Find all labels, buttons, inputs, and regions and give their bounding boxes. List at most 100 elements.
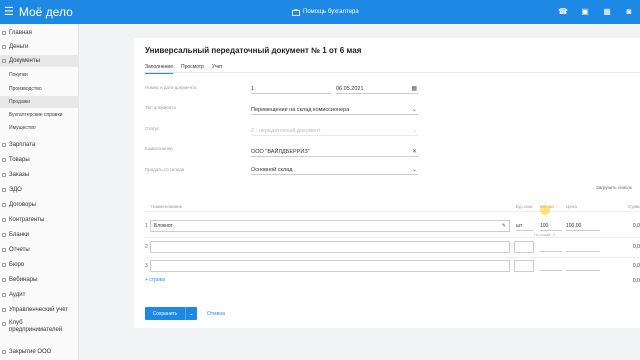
total-sum: 0,0 bbox=[633, 278, 640, 284]
edo-icon bbox=[2, 188, 6, 192]
top-bar: ☰ Моё дело Помощь бухгалтера ☎ ▣ ▦ ◙ bbox=[0, 0, 640, 24]
sidebar-item-forms[interactable]: Бланки bbox=[0, 229, 79, 241]
sidebar-item-documents[interactable]: Документы bbox=[0, 55, 79, 67]
money-icon bbox=[2, 45, 6, 49]
close-company-icon bbox=[2, 350, 6, 354]
sidebar-item-accounting-notes[interactable]: Бухгалтерские справки bbox=[0, 109, 79, 121]
add-row-link[interactable]: + строка bbox=[145, 277, 165, 283]
doc-type-label: Тип документа bbox=[145, 105, 176, 110]
sum-value: 0,0 bbox=[633, 263, 640, 269]
col-unit-header: Ед. изм. bbox=[516, 204, 534, 209]
edit-icon[interactable]: ✎ bbox=[502, 221, 506, 231]
price-input[interactable] bbox=[566, 242, 600, 252]
sidebar-item-goods[interactable]: Товары bbox=[0, 154, 79, 166]
forms-icon bbox=[2, 233, 6, 237]
price-input[interactable]: 100,00 bbox=[566, 221, 600, 231]
product-name-value: Блокнот bbox=[154, 223, 173, 229]
warehouse-label: Продать со склада bbox=[145, 167, 185, 172]
sidebar-item-production[interactable]: Производство bbox=[0, 83, 79, 95]
sidebar-item-audit[interactable]: Аудит bbox=[0, 289, 79, 301]
date-value: 06.05.2021 bbox=[336, 86, 364, 92]
qty-input[interactable] bbox=[540, 242, 562, 252]
home-icon bbox=[2, 31, 6, 35]
save-button[interactable]: Сохранить ⌄ bbox=[145, 307, 197, 320]
bureau-icon bbox=[2, 263, 6, 267]
doc-type-select[interactable]: Перемещение на склад комиссионера ⌄ bbox=[251, 105, 418, 115]
commissioner-field[interactable]: ООО "ВАЙЛДБЕРРИЗ" ✕ bbox=[251, 147, 418, 157]
sidebar-item-salary[interactable]: Зарплата bbox=[0, 139, 79, 151]
warehouse-value: Основной склад bbox=[251, 167, 293, 173]
salary-icon bbox=[2, 143, 6, 147]
sidebar-item-bureau[interactable]: Бюро bbox=[0, 259, 79, 271]
unit-field[interactable]: шт bbox=[516, 221, 534, 231]
product-name-input[interactable] bbox=[150, 260, 510, 272]
sidebar-item-close-company[interactable]: Закрытие ООО bbox=[0, 346, 79, 358]
warehouse-select[interactable]: Основной склад ⌄ bbox=[251, 165, 418, 175]
number-field[interactable]: 1 bbox=[251, 84, 331, 94]
sidebar-item-club[interactable]: Клуб предпринимателей bbox=[0, 320, 79, 338]
user-icon[interactable]: ◙ bbox=[624, 6, 634, 16]
clear-icon[interactable]: ✕ bbox=[412, 147, 417, 157]
row-divider bbox=[145, 237, 640, 238]
tabs-divider bbox=[145, 72, 640, 73]
sidebar-item-webinars[interactable]: Вебинары bbox=[0, 274, 79, 286]
sidebar-item-reports[interactable]: Отчеты bbox=[0, 244, 79, 256]
audit-icon bbox=[2, 293, 6, 297]
status-value: 2 - передаточный документ bbox=[251, 128, 321, 134]
save-label: Сохранить bbox=[152, 310, 178, 317]
unit-field[interactable] bbox=[514, 260, 534, 272]
qty-input[interactable]: 100 bbox=[540, 221, 562, 231]
sidebar-item-contracts[interactable]: Договоры bbox=[0, 199, 79, 211]
qty-input[interactable] bbox=[540, 261, 562, 271]
col-name-header: Наименование bbox=[151, 204, 183, 209]
status-label: Статус bbox=[145, 126, 160, 131]
chevron-down-icon[interactable]: ⌄ bbox=[185, 307, 197, 320]
cursor-highlight bbox=[540, 205, 550, 215]
sidebar-item-money[interactable]: Деньги bbox=[0, 41, 79, 53]
chevron-down-icon: ⌄ bbox=[411, 107, 417, 113]
calendar-icon[interactable]: ▦ bbox=[602, 6, 612, 16]
col-price-header: Цена bbox=[566, 204, 577, 209]
phone-icon[interactable]: ☎ bbox=[558, 6, 568, 16]
row-number: 2 bbox=[145, 244, 148, 250]
sidebar-item-property[interactable]: Имущество bbox=[0, 122, 79, 134]
sidebar: Главная Деньги Документы Покупки Произво… bbox=[0, 24, 79, 360]
app-logo[interactable]: ☰ Моё дело bbox=[4, 4, 73, 20]
sidebar-item-contractors[interactable]: Контрагенты bbox=[0, 214, 79, 226]
sum-value: 0,0 bbox=[633, 223, 640, 229]
sum-value: 0,0 bbox=[633, 244, 640, 250]
sidebar-item-orders[interactable]: Заказы bbox=[0, 169, 79, 181]
reports-icon bbox=[2, 248, 6, 252]
col-sum-header: Сумм bbox=[628, 204, 640, 209]
contracts-icon bbox=[2, 203, 6, 207]
cancel-button[interactable]: Отмена bbox=[207, 311, 225, 317]
goods-icon bbox=[2, 158, 6, 162]
club-icon bbox=[2, 322, 6, 326]
load-list-link[interactable]: Загрузить список bbox=[596, 185, 632, 190]
row-number: 1 bbox=[145, 223, 148, 229]
sidebar-item-management[interactable]: Управленческий учет bbox=[0, 304, 79, 316]
unit-field[interactable] bbox=[514, 241, 534, 253]
chat-icon[interactable]: ▣ bbox=[580, 6, 590, 16]
row-number: 3 bbox=[145, 263, 148, 269]
product-name-input[interactable]: Блокнот ✎ bbox=[150, 220, 510, 232]
sidebar-item-home[interactable]: Главная bbox=[0, 27, 79, 39]
doc-type-value: Перемещение на склад комиссионера bbox=[251, 107, 350, 113]
contractors-icon bbox=[2, 218, 6, 222]
sidebar-item-purchases[interactable]: Покупки bbox=[0, 69, 79, 81]
date-field[interactable]: 06.05.2021 ▦ bbox=[336, 84, 418, 94]
table-header-divider bbox=[145, 211, 640, 212]
menu-icon[interactable]: ☰ bbox=[4, 4, 14, 20]
number-date-label: Номер и дата документа bbox=[145, 85, 197, 90]
page-title: Универсальный передаточный документ № 1 … bbox=[145, 46, 362, 55]
product-name-input[interactable] bbox=[150, 241, 510, 253]
price-input[interactable] bbox=[566, 261, 600, 271]
chevron-down-icon: ⌄ bbox=[411, 167, 417, 173]
calendar-icon[interactable]: ▦ bbox=[411, 84, 417, 94]
orders-icon bbox=[2, 173, 6, 177]
chevron-down-icon: ⌄ bbox=[411, 128, 417, 134]
sidebar-item-sales[interactable]: Продажи bbox=[0, 96, 79, 108]
commissioner-value: ООО "ВАЙЛДБЕРРИЗ" bbox=[251, 149, 310, 155]
help-link[interactable]: Помощь бухгалтера bbox=[292, 6, 359, 18]
sidebar-item-edo[interactable]: ЭДО bbox=[0, 184, 79, 196]
